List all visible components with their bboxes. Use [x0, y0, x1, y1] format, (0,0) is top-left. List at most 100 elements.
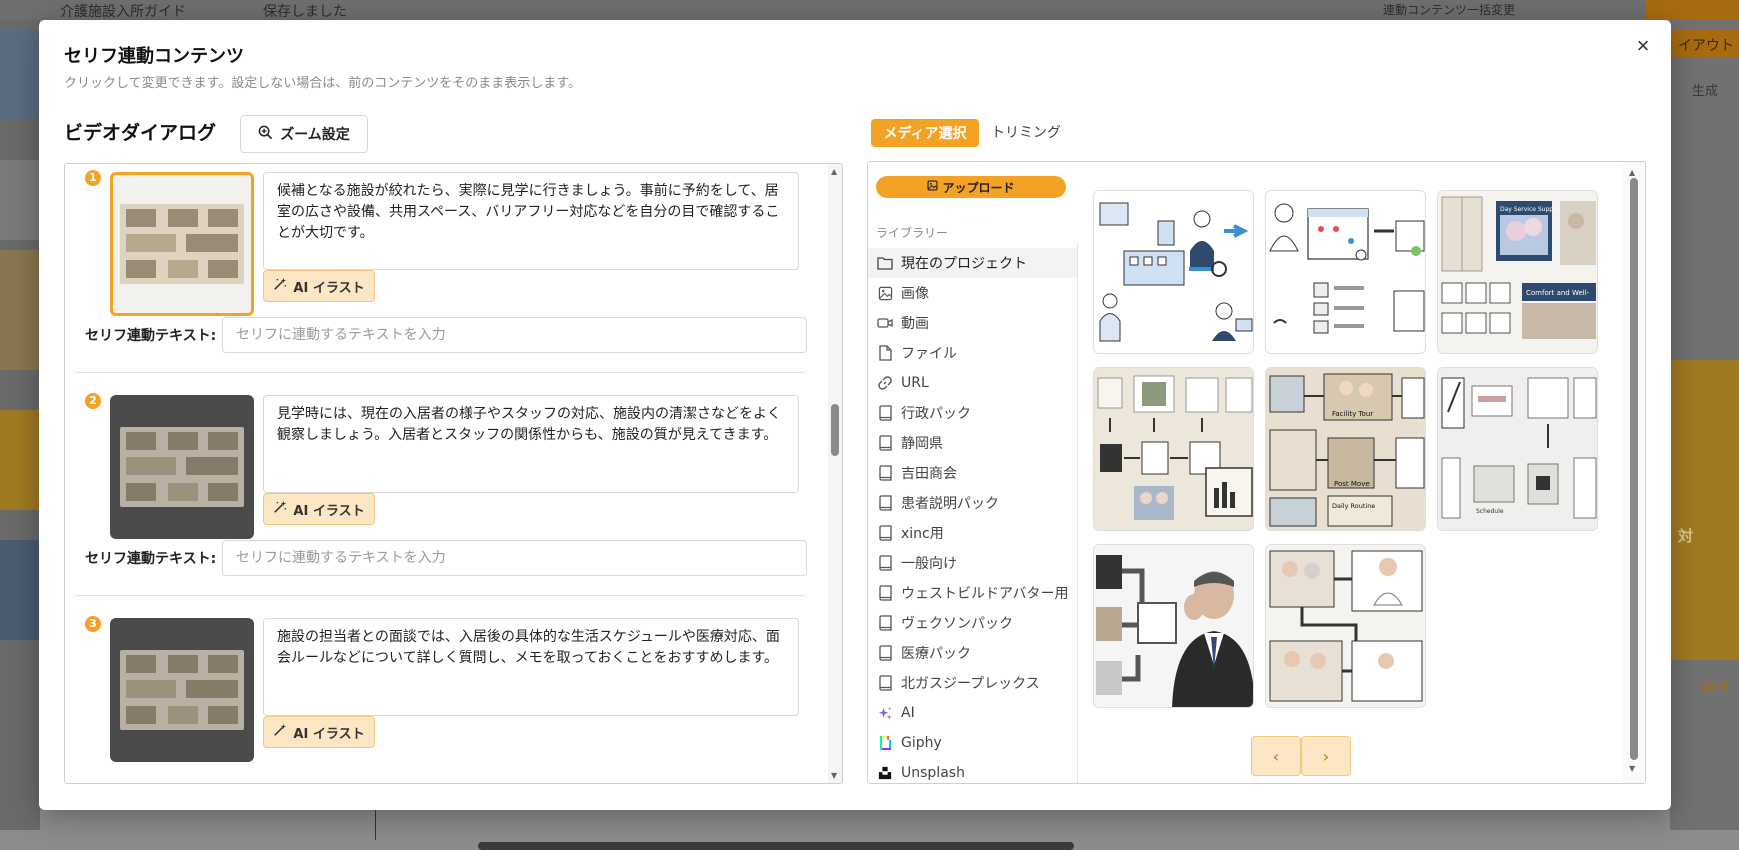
- item-media-thumbnail[interactable]: [110, 172, 254, 316]
- flowchart-thumbnail-image: [120, 204, 244, 284]
- library-item-label: ファイル: [901, 346, 957, 362]
- dialog-list-scrollbar[interactable]: ▲ ▼: [828, 164, 842, 783]
- media-grid-item[interactable]: [1265, 190, 1426, 354]
- flowchart-thumbnail-image: [120, 650, 244, 730]
- library-item-giphy[interactable]: Giphy: [868, 728, 1077, 758]
- media-grid-item[interactable]: [1265, 544, 1426, 708]
- background-right-slide: 対: [1670, 360, 1739, 660]
- library-item-vexon[interactable]: ヴェクソンパック: [868, 608, 1077, 638]
- scroll-down-arrow-icon[interactable]: ▼: [831, 771, 837, 780]
- library-item-yoshida[interactable]: 吉田商会: [868, 458, 1077, 488]
- zoom-settings-button[interactable]: ズーム設定: [240, 115, 368, 153]
- facility-tour-flowchart-illustration: Facility Tour Post Move Daily Routine: [1266, 368, 1425, 530]
- prev-page-button[interactable]: ‹: [1251, 736, 1301, 776]
- item-script-text[interactable]: 候補となる施設が絞れたら、実際に見学に行きましょう。事前に予約をして、居室の広さ…: [263, 172, 799, 270]
- media-grid-item[interactable]: Facility Tour Post Move Daily Routine: [1265, 367, 1426, 531]
- library-item-xinc[interactable]: xinc用: [868, 518, 1077, 548]
- comfort-wellbeing-text: Comfort and Well-: [1526, 289, 1590, 297]
- background-divider: [375, 810, 376, 840]
- linked-content-modal: × セリフ連動コンテンツ クリックして変更できます。設定しない場合は、前のコンテ…: [39, 20, 1671, 810]
- background-left-thumbnails: [0, 20, 40, 830]
- book-icon: [877, 405, 893, 421]
- library-item-label: ウェストビルドアバター用: [901, 586, 1069, 602]
- library-item-unsplash[interactable]: Unsplash: [868, 758, 1077, 783]
- magic-wand-icon: [273, 500, 287, 518]
- library-item-label: xinc用: [901, 526, 944, 542]
- section-title: ビデオダイアログ: [64, 122, 217, 144]
- library-item-medical-pack[interactable]: 医療パック: [868, 638, 1077, 668]
- book-icon: [877, 645, 893, 661]
- linked-text-input[interactable]: [222, 540, 807, 576]
- library-item-label: 行政パック: [901, 406, 971, 422]
- scroll-up-arrow-icon[interactable]: ▲: [831, 167, 837, 176]
- book-icon: [877, 615, 893, 631]
- next-page-button[interactable]: ›: [1301, 736, 1351, 776]
- library-item-shizuoka[interactable]: 静岡県: [868, 428, 1077, 458]
- video-icon: [877, 315, 893, 331]
- file-icon: [877, 345, 893, 361]
- media-grid-item[interactable]: Schedule: [1437, 367, 1598, 531]
- item-script-text[interactable]: 見学時には、現在の入居者の様子やスタッフの対応、施設内の清潔さなどをよく観察しま…: [263, 395, 799, 493]
- media-grid-item[interactable]: [1093, 367, 1254, 531]
- library-item-label: 画像: [901, 286, 929, 302]
- elderly-care-flow-illustration: [1266, 545, 1425, 707]
- media-grid-scrollbar[interactable]: ▲ ▼: [1622, 162, 1645, 783]
- folder-icon: [877, 255, 893, 271]
- library-item-patient-pack[interactable]: 患者説明パック: [868, 488, 1077, 518]
- item-number-badge: 3: [85, 616, 101, 632]
- zoom-settings-label: ズーム設定: [280, 127, 350, 143]
- library-list: 現在のプロジェクト 画像 動画 ファイル URL 行政パック 静岡県 吉田商会 …: [868, 248, 1077, 783]
- library-item-general[interactable]: 一般向け: [868, 548, 1077, 578]
- library-item-gov-pack[interactable]: 行政パック: [868, 398, 1077, 428]
- library-item-label: AI: [901, 705, 915, 721]
- upload-label: アップロード: [942, 180, 1015, 195]
- library-item-label: URL: [901, 375, 929, 391]
- media-grid-item[interactable]: [1093, 190, 1254, 354]
- tab-media-select[interactable]: メディア選択: [871, 119, 979, 147]
- library-item-ai[interactable]: AI: [868, 698, 1077, 728]
- tab-trimming[interactable]: トリミング: [991, 119, 1061, 147]
- item-media-thumbnail[interactable]: [110, 618, 254, 762]
- book-icon: [877, 495, 893, 511]
- library-item-images[interactable]: 画像: [868, 278, 1077, 308]
- item-script-text[interactable]: 施設の担当者との面談では、入居後の具体的な生活スケジュールや医療対応、面会ルール…: [263, 618, 799, 716]
- library-item-current-project[interactable]: 現在のプロジェクト: [868, 248, 1077, 278]
- library-item-label: 静岡県: [901, 436, 943, 452]
- scroll-down-arrow-icon[interactable]: ▼: [1629, 764, 1635, 773]
- zoom-in-icon: [258, 125, 273, 144]
- library-item-westbuild[interactable]: ウェストビルドアバター用: [868, 578, 1077, 608]
- library-item-label: 吉田商会: [901, 466, 957, 482]
- background-slide-text: 対: [1678, 527, 1694, 545]
- scrollbar-thumb[interactable]: [1630, 178, 1638, 760]
- dialog-list-panel[interactable]: 1 候補となる施設が絞れたら、実際に見学に行きましょう。事前に予約をして、居室の…: [64, 163, 843, 784]
- media-grid-item[interactable]: Day Service Support Comfort and Well-: [1437, 190, 1598, 354]
- linked-text-input[interactable]: [222, 317, 807, 353]
- item-divider: [75, 595, 805, 596]
- ai-illustration-label: AI イラスト: [293, 280, 365, 296]
- post-move-text: Post Move: [1334, 480, 1370, 488]
- ai-illustration-button[interactable]: AI イラスト: [263, 270, 375, 302]
- reservation-calendar-illustration: [1266, 191, 1425, 353]
- ai-illustration-label: AI イラスト: [293, 503, 365, 519]
- book-icon: [877, 465, 893, 481]
- scrollbar-thumb[interactable]: [831, 404, 839, 456]
- library-item-label: 動画: [901, 316, 929, 332]
- book-icon: [877, 525, 893, 541]
- library-label: ライブラリー: [876, 226, 949, 240]
- library-item-label: ヴェクソンパック: [901, 616, 1013, 632]
- scroll-up-arrow-icon[interactable]: ▲: [1629, 168, 1635, 177]
- close-button[interactable]: ×: [1631, 34, 1655, 58]
- ai-illustration-button[interactable]: AI イラスト: [263, 493, 375, 525]
- library-item-label: 北ガスジープレックス: [901, 676, 1040, 692]
- library-item-kitagas[interactable]: 北ガスジープレックス: [868, 668, 1077, 698]
- library-item-files[interactable]: ファイル: [868, 338, 1077, 368]
- upload-button[interactable]: アップロード: [876, 176, 1066, 198]
- library-item-label: 一般向け: [901, 556, 957, 572]
- library-item-videos[interactable]: 動画: [868, 308, 1077, 338]
- book-icon: [877, 435, 893, 451]
- background-generate-label: 生成: [1692, 84, 1719, 99]
- ai-illustration-button[interactable]: AI イラスト: [263, 716, 375, 748]
- media-grid-item[interactable]: [1093, 544, 1254, 708]
- library-item-url[interactable]: URL: [868, 368, 1077, 398]
- item-media-thumbnail[interactable]: [110, 395, 254, 539]
